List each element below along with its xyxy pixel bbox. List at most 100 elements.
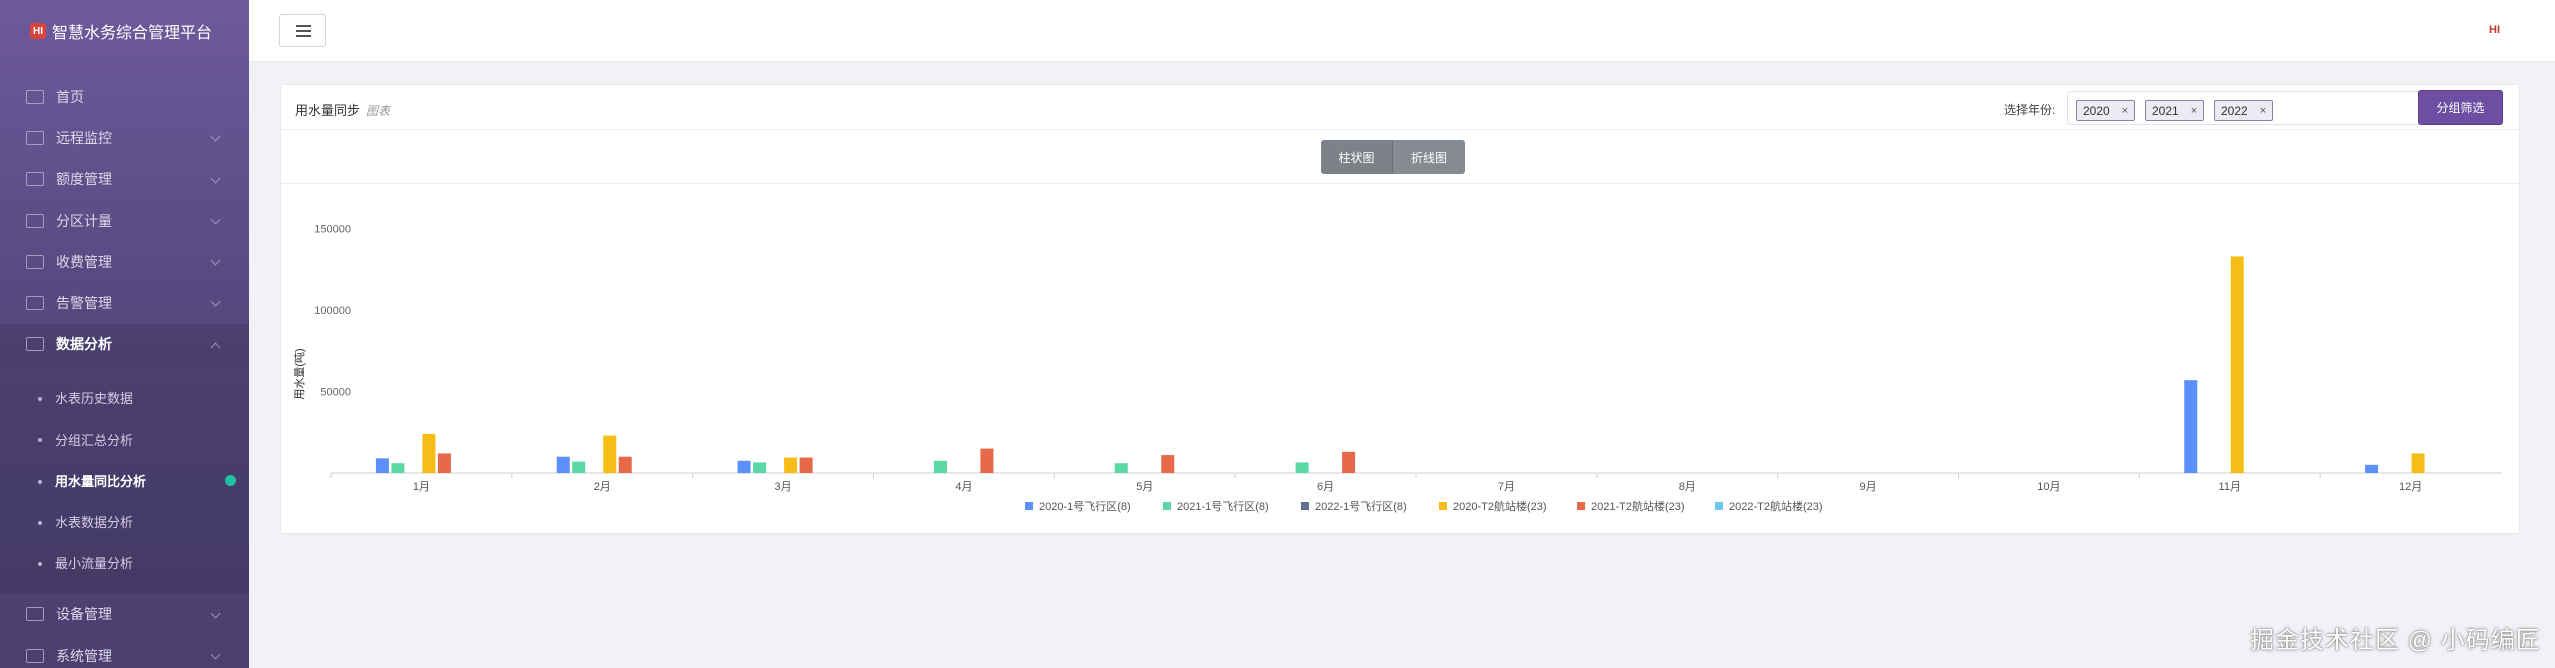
- bar-4-5: [1342, 451, 1356, 473]
- bar-1-1: [572, 461, 586, 473]
- sidebar-item-system[interactable]: 系统管理: [0, 635, 249, 668]
- bar-0-0: [375, 458, 389, 473]
- legend-label: 2020-T2航站楼(23): [1453, 499, 1547, 513]
- water-usage-bar-chart: 150000 100000 50000 用水量(吨) 1月 2月 3月 4月 5月 6月 7月 8月 9…: [293, 224, 2501, 513]
- y-tick-label: 50000: [320, 387, 351, 399]
- legend-label: 2021-1号飞行区(8): [1177, 500, 1269, 513]
- sidebar-item-label: 系统管理: [56, 647, 112, 664]
- chevron-down-icon: [210, 297, 221, 307]
- device-icon: [26, 607, 44, 622]
- bar-0-1: [556, 456, 570, 473]
- remove-tag-icon[interactable]: ×: [2122, 105, 2128, 117]
- bar-3-0: [422, 433, 436, 473]
- bar-1-5: [1295, 462, 1309, 473]
- sidebar-item-label: 首页: [56, 88, 84, 105]
- bar-4-4: [1161, 455, 1175, 473]
- divider: [281, 183, 2519, 184]
- x-tick-label: 11月: [2219, 481, 2241, 493]
- sidebar-item-devices[interactable]: 设备管理: [0, 594, 249, 635]
- legend-swatch: [1301, 502, 1309, 510]
- sidebar-subitem-label: 水表数据分析: [55, 515, 134, 531]
- grid-icon: [26, 213, 44, 228]
- bar-3-11: [2411, 453, 2425, 473]
- legend-swatch: [1715, 502, 1723, 510]
- quota-icon: [26, 172, 44, 187]
- remove-tag-icon[interactable]: ×: [2191, 105, 2197, 117]
- legend-swatch: [1163, 502, 1171, 510]
- legend-label: 2022-1号飞行区(8): [1315, 500, 1407, 513]
- remove-tag-icon[interactable]: ×: [2260, 105, 2266, 117]
- sidebar-menu: 首页 远程监控 额度管理 分区计量 收费管理 告警管理 数据分析 水表历史数据 …: [0, 76, 249, 668]
- year-tag-2020: 2020 ×: [2076, 100, 2136, 121]
- chevron-up-icon: [210, 342, 221, 353]
- sidebar-subitem-meter-history[interactable]: 水表历史数据: [0, 377, 249, 418]
- legend-swatch: [1577, 502, 1585, 510]
- year-tag-2022: 2022 ×: [2214, 100, 2274, 121]
- year-tag-label: 2020: [2083, 103, 2110, 118]
- sidebar-item-label: 额度管理: [56, 171, 112, 188]
- x-tick-label: 6月: [1317, 481, 1334, 493]
- brand[interactable]: HI 智慧水务综合管理平台: [0, 0, 249, 62]
- legend-label: 2022-T2航站楼(23): [1729, 499, 1823, 513]
- active-indicator-dot: [225, 474, 236, 486]
- chevron-down-icon: [210, 608, 221, 619]
- x-tick-label: 7月: [1498, 481, 1515, 493]
- sidebar-item-label: 数据分析: [56, 336, 112, 353]
- sidebar-item-label: 设备管理: [56, 606, 112, 623]
- sidebar-item-billing[interactable]: 收费管理: [0, 241, 249, 282]
- chevron-down-icon: [210, 255, 221, 266]
- sidebar-item-remote-monitoring[interactable]: 远程监控: [0, 117, 249, 158]
- hamburger-icon[interactable]: [279, 14, 326, 47]
- sidebar-item-label: 远程监控: [56, 129, 112, 146]
- sidebar-subitem-yoy-analysis[interactable]: 用水量同比分析: [0, 460, 249, 501]
- bar-4-2: [799, 457, 813, 473]
- bar-chart-button[interactable]: 柱状图: [1321, 140, 1393, 174]
- legend-swatch: [1025, 502, 1033, 510]
- chevron-down-icon: [210, 649, 221, 660]
- bar-4-0: [437, 453, 451, 473]
- sidebar-item-label: 收费管理: [56, 253, 112, 270]
- analytics-icon: [26, 337, 44, 352]
- x-tick-label: 9月: [1860, 481, 1877, 493]
- analysis-card: 用水量同步 图表 选择年份: 2020 × 2021 × 2022 × 分组筛选 柱状图…: [280, 84, 2520, 534]
- x-tick-label: 4月: [955, 481, 972, 493]
- card-title-text: 用水量同步: [295, 103, 361, 118]
- sidebar-item-data-analysis[interactable]: 数据分析: [0, 323, 249, 366]
- sidebar-subitem-label: 分组汇总分析: [55, 432, 134, 448]
- sidebar-item-alarms[interactable]: 告警管理: [0, 282, 249, 323]
- year-tag-2021: 2021 ×: [2145, 100, 2205, 121]
- y-axis-label: 用水量(吨): [293, 348, 306, 399]
- line-chart-button[interactable]: 折线图: [1393, 140, 1465, 174]
- sidebar-item-quota[interactable]: 额度管理: [0, 159, 249, 200]
- bar-1-0: [391, 463, 405, 473]
- x-tick-label: 12月: [2399, 481, 2422, 493]
- year-tag-label: 2021: [2152, 103, 2179, 118]
- sidebar-item-zone-metering[interactable]: 分区计量: [0, 200, 249, 241]
- bar-1-4: [1114, 463, 1128, 473]
- y-tick-label: 100000: [314, 305, 351, 317]
- chart-type-toggle: 柱状图 折线图: [1321, 140, 1465, 174]
- sidebar-item-home[interactable]: 首页: [0, 76, 249, 117]
- sidebar-subitem-label: 用水量同比分析: [55, 473, 147, 489]
- x-tick-label: 5月: [1136, 481, 1153, 493]
- x-tick-label: 2月: [594, 481, 611, 493]
- card-subtitle: 图表: [366, 104, 391, 118]
- app-logo-icon: HI: [30, 23, 46, 39]
- home-icon: [26, 89, 44, 104]
- bar-0-2: [737, 460, 751, 473]
- bar-3-10: [2230, 256, 2244, 473]
- bell-icon: [26, 296, 44, 311]
- group-filter-button[interactable]: 分组筛选: [2418, 90, 2503, 125]
- monitor-icon: [26, 130, 44, 145]
- header-logo-icon[interactable]: HI: [2489, 24, 2500, 36]
- bar-1-2: [753, 462, 767, 473]
- x-tick-label: 3月: [775, 481, 792, 493]
- card-title: 用水量同步 图表: [295, 100, 390, 119]
- legend-label: 2020-1号飞行区(8): [1039, 500, 1131, 513]
- sidebar-subitem-meter-data[interactable]: 水表数据分析: [0, 501, 249, 542]
- sidebar-subitem-group-summary[interactable]: 分组汇总分析: [0, 418, 249, 459]
- x-tick-label: 10月: [2037, 481, 2060, 493]
- sidebar-subitem-min-flow[interactable]: 最小流量分析: [0, 542, 249, 583]
- bar-3-2: [784, 457, 798, 473]
- x-tick-label: 1月: [413, 481, 430, 493]
